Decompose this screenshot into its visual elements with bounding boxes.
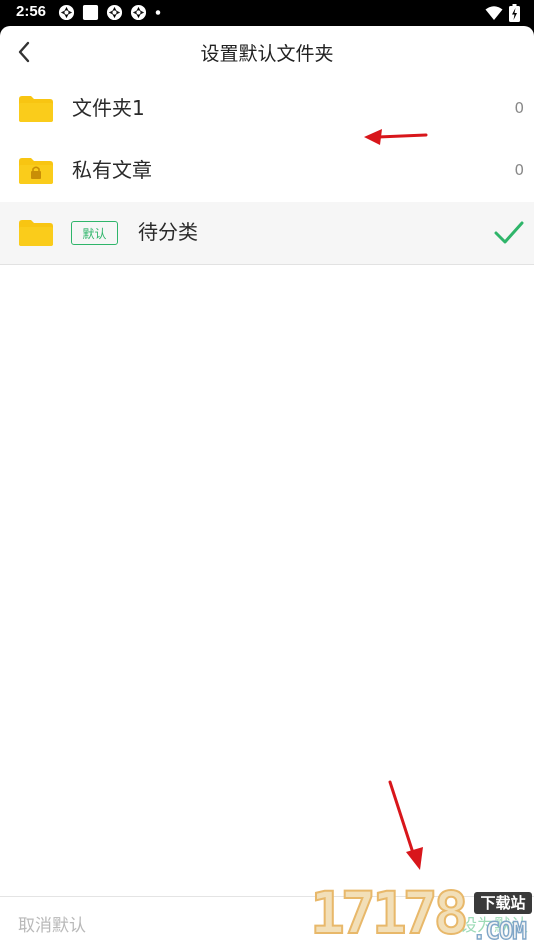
folder-name: 私有文章 [72,158,152,182]
folder-row[interactable]: 文件夹1 0 [0,78,534,141]
nav-bar: 设置默认文件夹 [0,26,534,78]
watermark-number: 17178 [309,879,470,947]
battery-charging-icon [509,4,520,22]
folder-icon [19,220,53,246]
folder-row[interactable]: 私有文章 0 [0,140,534,203]
system-icons [485,4,520,22]
folder-row-selected[interactable]: 默认 待分类 [0,202,534,265]
status-time: 2:56 [16,3,47,20]
status-bar: 2:56 [0,0,534,26]
page-title: 设置默认文件夹 [200,43,334,65]
annotation-arrow-left-icon [364,129,428,145]
cancel-default-button[interactable]: 取消默认 [18,911,86,936]
square-icon [82,4,99,21]
folder-icon [19,96,53,122]
watermark-site: 下载站 [474,892,532,914]
locked-folder-icon [19,158,53,184]
folder-name: 待分类 [138,220,198,244]
aperture-icon [58,4,75,21]
wifi-icon [485,6,503,20]
folder-name: 文件夹1 [72,96,145,120]
watermark-domain: .COM [471,916,527,945]
watermark-logo: 17178 下载站 .COM [309,866,534,950]
folder-count: 0 [514,99,524,117]
folder-count: 0 [514,161,524,179]
dot-icon [155,10,161,15]
notification-icons [58,4,162,21]
app-screen: 设置默认文件夹 文件夹1 0 私有文章 0 默认 待分类 取消默认 设为默认 [0,26,534,950]
annotation-arrow-down-icon [388,780,423,870]
default-badge: 默认 [71,221,118,245]
aperture-icon [130,4,147,21]
aperture-icon [106,4,123,21]
checkmark-icon [494,221,524,244]
